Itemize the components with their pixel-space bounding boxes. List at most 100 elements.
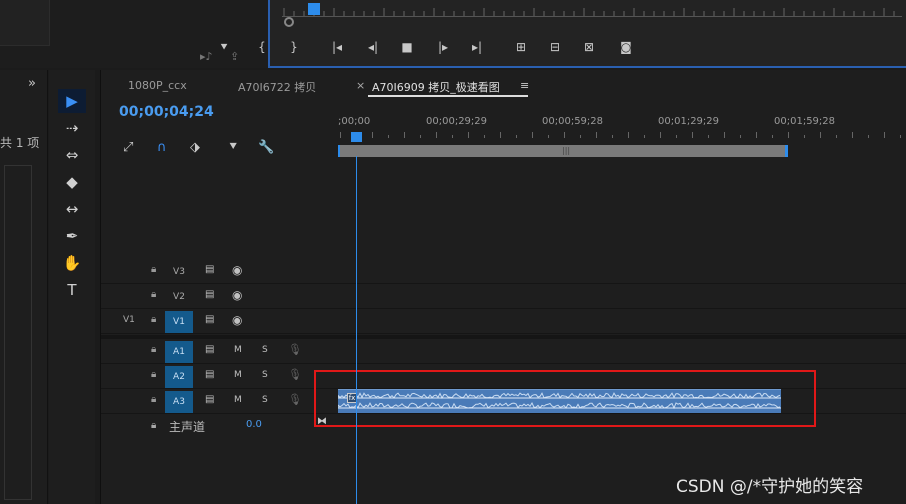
ruler-tick — [884, 132, 885, 138]
source-patch[interactable]: V1 — [123, 315, 135, 325]
mute-button[interactable]: M — [234, 345, 242, 355]
ruler-tick — [404, 132, 405, 138]
lock-icon[interactable]: 🔒︎ — [151, 344, 156, 355]
master-volume[interactable]: 0.0 — [246, 419, 262, 430]
overwrite-icon[interactable]: ⊟ — [546, 38, 564, 56]
audio-track-a1[interactable]: 🔒︎ A1 ▤ M S 🎙︎ — [101, 340, 906, 364]
ruler-tick — [436, 132, 437, 138]
track-target[interactable]: A1 — [165, 341, 193, 363]
add-marker-icon[interactable]: ⯆ — [228, 140, 238, 155]
mute-button[interactable]: M — [234, 370, 242, 380]
microphone-icon[interactable]: 🎙︎ — [288, 393, 302, 406]
sync-lock-icon[interactable]: ▤ — [205, 289, 214, 300]
track-select-icon[interactable]: ⇢ — [58, 116, 86, 140]
master-track: 🔒︎ 主声道 0.0 — [101, 416, 337, 436]
ruler-label: 00;01;29;29 — [658, 116, 720, 127]
ruler-tick — [660, 132, 661, 138]
ruler-tick — [580, 135, 581, 138]
tab-sequence-a70i6722[interactable]: A70I6722 拷贝 — [238, 79, 316, 95]
lock-icon[interactable]: 🔒︎ — [151, 314, 156, 325]
ripple-edit-icon[interactable]: ⇔ — [58, 143, 86, 167]
nest-icon[interactable]: ⤢ — [123, 140, 133, 155]
track-target[interactable]: A3 — [165, 391, 193, 413]
camera-icon[interactable]: ◙ — [617, 38, 635, 56]
project-list[interactable] — [4, 165, 32, 500]
sync-lock-icon[interactable]: ▤ — [205, 314, 214, 325]
program-monitor: ⯆{} |◂ ◂| ■ |▸ ▸| ⊞ ⊟ ⊠ ◙ — [219, 0, 906, 68]
ruler-label: 00;01;59;28 — [774, 116, 836, 127]
program-playhead[interactable] — [308, 3, 320, 15]
step-forward-icon[interactable]: |▸ — [434, 38, 452, 56]
eye-icon[interactable]: ◉ — [232, 263, 242, 277]
ruler-tick — [676, 135, 677, 138]
program-zoom-handle[interactable] — [284, 17, 294, 27]
tab-sequence-a70i6909[interactable]: A70I6909 拷贝_极速看图 — [372, 79, 500, 95]
timeline-settings-icon[interactable]: 🔧 — [258, 140, 274, 155]
video-track-v3[interactable]: 🔒︎ V3 ▤ ◉ — [101, 260, 906, 284]
lock-icon[interactable]: 🔒︎ — [151, 264, 156, 275]
hand-tool-icon[interactable]: ✋ — [58, 251, 86, 275]
close-tab-icon[interactable]: × — [356, 79, 365, 92]
video-audio-divider[interactable] — [101, 335, 906, 339]
sync-lock-icon[interactable]: ▤ — [205, 369, 214, 380]
ruler-tick — [900, 135, 901, 138]
type-tool-icon[interactable]: T — [58, 278, 86, 302]
tab-sequence-1080p[interactable]: 1080P_ccx — [128, 79, 187, 92]
out-point-icon[interactable]: } — [285, 38, 303, 56]
eye-icon[interactable]: ◉ — [232, 313, 242, 327]
slip-tool-icon[interactable]: ↔ — [58, 197, 86, 221]
sync-lock-icon[interactable]: ▤ — [205, 264, 214, 275]
ruler-tick — [724, 132, 725, 138]
program-scrub-line[interactable] — [282, 16, 902, 17]
time-ruler[interactable]: ;00;00 00;00;29;29 00;00;59;28 00;01;29;… — [338, 110, 906, 158]
step-back-icon[interactable]: ◂| — [364, 38, 382, 56]
scroll-grip[interactable]: ||| — [562, 145, 570, 157]
track-target[interactable]: A2 — [165, 366, 193, 388]
marker-icon[interactable]: ⯆ — [215, 38, 233, 56]
insert-icon[interactable]: ⊞ — [512, 38, 530, 56]
in-point-icon[interactable]: { — [253, 38, 271, 56]
stop-icon[interactable]: ■ — [398, 38, 416, 56]
linked-selection-icon[interactable]: ⬗ — [190, 140, 200, 155]
ruler-tick — [644, 135, 645, 138]
eye-icon[interactable]: ◉ — [232, 288, 242, 302]
track-target[interactable]: V1 — [165, 311, 193, 333]
video-track-v1[interactable]: V1 🔒︎ V1 ▤ ◉ — [101, 310, 906, 334]
lift-icon[interactable]: ⊠ — [580, 38, 598, 56]
export-frame-icon[interactable]: ▸♪ — [200, 50, 213, 63]
video-track-v2[interactable]: 🔒︎ V2 ▤ ◉ — [101, 285, 906, 309]
lock-icon[interactable]: 🔒︎ — [151, 289, 156, 300]
snap-icon[interactable]: ∩ — [157, 140, 167, 155]
solo-button[interactable]: S — [262, 395, 268, 405]
playhead-line[interactable] — [356, 156, 357, 504]
track-target[interactable]: V2 — [165, 286, 193, 308]
ruler-tick — [692, 132, 693, 138]
go-to-out-icon[interactable]: ▸| — [468, 38, 486, 56]
playhead-timecode[interactable]: 00;00;04;24 — [119, 104, 214, 120]
mute-button[interactable]: M — [234, 395, 242, 405]
master-lock-icon[interactable]: 🔒︎ — [151, 420, 156, 431]
selection-tool-icon[interactable]: ▶ — [58, 89, 86, 113]
pen-tool-icon[interactable]: ✒ — [58, 224, 86, 248]
sync-lock-icon[interactable]: ▤ — [205, 344, 214, 355]
razor-tool-icon[interactable]: ◆ — [58, 170, 86, 194]
microphone-icon[interactable]: 🎙︎ — [288, 368, 302, 381]
solo-button[interactable]: S — [262, 370, 268, 380]
go-to-in-icon[interactable]: |◂ — [328, 38, 346, 56]
panel-overflow-icon[interactable]: » — [28, 76, 36, 91]
sync-lock-icon[interactable]: ▤ — [205, 394, 214, 405]
watermark: CSDN @/*守护她的笑容 — [676, 477, 864, 497]
program-ruler[interactable] — [282, 6, 902, 16]
track-target[interactable]: V3 — [165, 261, 193, 283]
ruler-tick — [756, 132, 757, 138]
lock-icon[interactable]: 🔒︎ — [151, 369, 156, 380]
microphone-icon[interactable]: 🎙︎ — [288, 343, 302, 356]
master-label: 主声道 — [169, 420, 206, 434]
lock-icon[interactable]: 🔒︎ — [151, 394, 156, 405]
ruler-tick — [820, 132, 821, 138]
tab-menu-icon[interactable]: ≡ — [520, 79, 529, 92]
zoom-scroll-bar[interactable]: ||| — [338, 145, 788, 157]
ruler-tick — [612, 135, 613, 138]
solo-button[interactable]: S — [262, 345, 268, 355]
playhead-handle[interactable] — [351, 132, 362, 142]
